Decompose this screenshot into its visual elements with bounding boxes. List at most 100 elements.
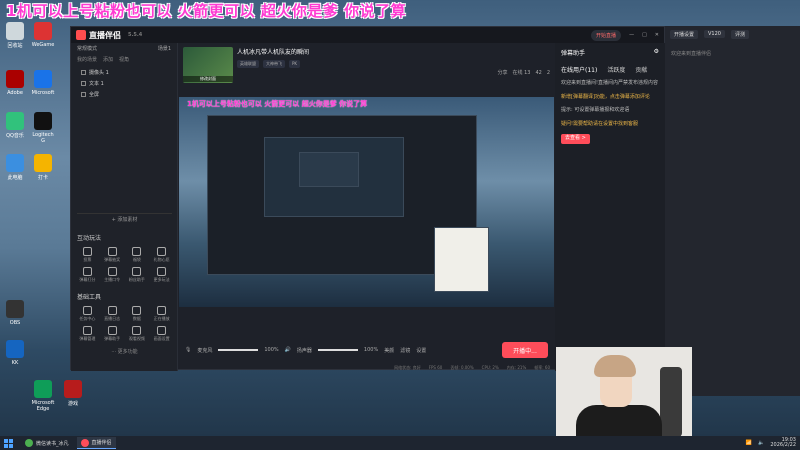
live-status-pill[interactable]: 开始直播 [591,29,622,41]
task-app-icon [25,439,33,447]
app-icon [6,70,24,88]
tool-item[interactable]: 主播口令 [100,267,125,283]
desktop-icon[interactable]: WeGame [30,22,56,48]
checkbox[interactable] [81,70,86,75]
add-source-button[interactable]: + 添加素材 [77,213,172,223]
tool-item[interactable]: 更多玩法 [149,267,174,283]
tool-item[interactable]: 弹幕管理 [75,326,100,342]
tool-item[interactable]: 礼物心愿 [149,247,174,263]
mic-slider[interactable] [218,349,259,351]
app-icon [6,154,24,172]
tool-item[interactable]: 观看视频 [125,326,150,342]
tool-icon [107,247,117,256]
source-item[interactable]: 全屏 [71,89,177,100]
tool-item[interactable]: 数据 [125,306,150,322]
tool-item[interactable]: 弹幕助手 [100,326,125,342]
tool-item[interactable]: 直播日志 [100,306,125,322]
close-icon[interactable]: ✕ [655,32,659,38]
tool-label: 任务中心 [79,316,96,321]
tool-label: 弹幕管理 [79,336,96,341]
tool-item[interactable]: 弹幕打分 [75,267,100,283]
titlebar: 直播伴侣 5.5.4 开始直播 — □ ✕ [71,27,664,43]
desktop-icon[interactable]: KK [2,340,28,366]
more-functions-link[interactable]: ··· 更多功能 [71,348,178,355]
danmaku-tab[interactable]: 活跃度 [607,65,625,74]
volume-icon[interactable]: 🔈 [758,440,764,446]
tool-item[interactable]: 画面设置 [149,326,174,342]
tool-icon [82,247,92,256]
tool-item[interactable]: 弹幕抽奖 [100,247,125,263]
speaker-label: 扬声器 [296,347,312,354]
stream-tag[interactable]: 大神带飞 [263,60,285,68]
start-icon[interactable] [4,438,13,448]
cover-thumbnail[interactable]: 修改封面 [183,47,233,83]
desktop-icon-label: Logitech G [32,132,54,144]
danmaku-settings-icon[interactable]: ⚙ [654,48,659,57]
source-item[interactable]: 文本 1 [71,78,177,89]
app-icon [6,22,24,40]
mic-icon[interactable]: 🎙 [185,347,191,353]
desktop-icon-label: Microsoft Edge [31,400,55,412]
desktop-icon[interactable]: QQ音乐 [2,112,28,139]
desktop-icon[interactable]: 此电脑 [2,154,28,181]
scene-label[interactable]: 场景1 [158,45,171,52]
share-button[interactable]: 分享 [497,69,507,76]
desktop-icon-label: OBS [9,320,21,326]
go-live-button[interactable]: 开播中... [502,342,548,358]
desktop-icon[interactable]: 回收站 [2,22,28,49]
desktop-icon[interactable]: Microsoft [30,70,56,96]
network-icon[interactable]: 📶 [746,440,752,446]
desktop-icon[interactable]: OBS [2,300,28,326]
checkbox[interactable] [81,81,86,86]
stream-info-bar: 修改封面 人机冰凡带人机队友的瞬间 英雄联盟 大神带飞 PK 分享 在线 13 42… [179,43,554,95]
scene-tab[interactable]: 视角 [119,56,129,63]
filter-button[interactable]: 滤镜 [400,347,410,354]
taskbar-task[interactable]: 直播伴侣 [76,437,116,449]
stream-preview[interactable]: 1机可以上号粘粉也可以 火箭更可以 超火你是爹 你说了算 [179,97,554,307]
beauty-button[interactable]: 美颜 [384,347,394,354]
app-icon [34,154,52,172]
chat-message: 新增[弹幕翻译]功能，点击弹幕添加评论 [561,93,650,100]
side-panel-button[interactable]: 评测 [730,29,749,39]
tool-icon [82,306,92,315]
mode-select[interactable]: 常规模式 [77,45,97,52]
side-panel-button[interactable]: 开播设置 [670,29,699,39]
stream-tag[interactable]: 英雄联盟 [237,60,259,68]
stream-title[interactable]: 人机冰凡带人机队友的瞬间 [237,47,309,56]
status-item: CPU: 2% [481,365,499,370]
speaker-slider[interactable] [317,349,358,351]
taskbar-task[interactable]: 微信读书_冰凡 [21,437,73,449]
scene-tab[interactable]: 我的场景 [77,56,97,63]
desktop-icon[interactable]: Adobe [2,70,28,96]
tool-label: 观看视频 [128,336,145,341]
tool-icon [107,267,117,276]
tool-item[interactable]: 福袋 [125,247,150,263]
tool-icon [107,306,117,315]
desktop-icon[interactable]: Microsoft Edge [30,380,56,412]
desktop-icon[interactable]: Logitech G [30,112,56,144]
maximize-icon[interactable]: □ [642,32,647,38]
tool-item[interactable]: 粉丝助手 [125,267,150,283]
stream-tag[interactable]: PK [289,60,301,68]
minimize-icon[interactable]: — [629,32,634,38]
status-item: 丢帧: 0.00% [450,365,474,370]
tool-item[interactable]: 正在播放 [149,306,174,322]
speaker-icon[interactable]: 🔊 [285,347,291,353]
checkbox[interactable] [81,92,86,97]
source-item[interactable]: 摄像头 1 [71,67,177,78]
desktop-icon[interactable]: 打卡 [30,154,56,181]
desktop-icon-label: KK [11,360,19,366]
scene-tab[interactable]: 添加 [103,56,113,63]
danmaku-tab[interactable]: 在线用户(11) [561,65,597,74]
settings-button[interactable]: 设置 [416,347,426,354]
tool-item[interactable]: 投票 [75,247,100,263]
center-panel: 修改封面 人机冰凡带人机队友的瞬间 英雄联盟 大神带飞 PK 分享 在线 13 42… [179,43,554,371]
tool-label: 投票 [83,257,92,262]
danmaku-tab[interactable]: 贡献 [635,65,647,74]
clock-date[interactable]: 2026/2/22 [770,442,796,449]
side-panel-button[interactable]: V120 [704,30,725,38]
desktop-icon-label: WeGame [31,42,55,48]
tool-item[interactable]: 任务中心 [75,306,100,322]
view-more-button[interactable]: 去查看 > [561,134,590,144]
desktop-icon[interactable]: 游戏 [60,380,86,407]
